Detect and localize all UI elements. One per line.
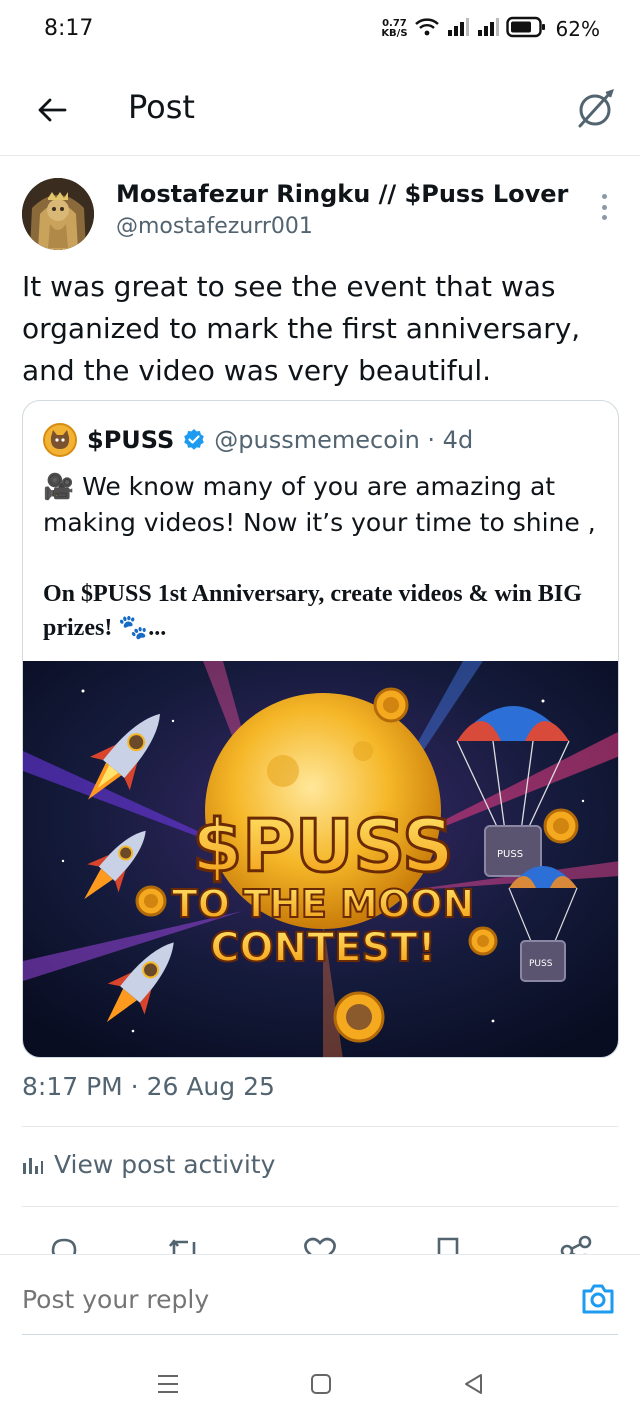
status-indicators: 0.77 KB/S 62% (381, 14, 600, 44)
arrow-left-icon (38, 98, 67, 122)
share-icon (560, 1235, 592, 1254)
back-button[interactable] (30, 88, 74, 132)
quoted-post-header: $PUSS @pussmemecoin · 4d (43, 423, 473, 457)
battery-icon (505, 16, 546, 42)
signal-icon (446, 17, 470, 41)
share-button[interactable] (556, 1234, 596, 1254)
grok-icon (578, 89, 614, 128)
top-bar: Post (0, 70, 640, 156)
system-nav-bar (0, 1344, 640, 1422)
quoted-text-bold: On $PUSS 1st Anniversary, create videos … (43, 581, 582, 641)
quoted-name: $PUSS (87, 426, 175, 454)
status-time: 8:17 (44, 16, 94, 41)
banner-title: $PUSS (192, 804, 454, 888)
reply-bar (0, 1254, 640, 1344)
more-dot-icon (601, 194, 607, 199)
wifi-icon (414, 17, 440, 41)
page-title: Post (128, 88, 195, 126)
cat-face-icon (50, 430, 70, 449)
camera-icon (582, 1284, 614, 1314)
banner-subtitle: TO THE MOON (172, 882, 475, 926)
more-dot-icon (601, 204, 607, 210)
grok-button[interactable] (572, 86, 618, 132)
view-post-activity-link[interactable]: View post activity (22, 1150, 275, 1179)
bookmark-icon (437, 1237, 459, 1254)
quoted-handle-time: @pussmemecoin · 4d (214, 426, 474, 454)
back-triangle-icon (465, 1374, 482, 1394)
battery-percent: 62% (555, 17, 600, 41)
camera-button[interactable] (580, 1281, 616, 1317)
quoted-avatar[interactable] (43, 423, 77, 457)
banner-contest: CONTEST! (210, 925, 436, 971)
signal-icon-2 (476, 17, 500, 41)
heart-icon (304, 1237, 336, 1254)
comment-icon (51, 1238, 77, 1254)
divider (22, 1206, 618, 1207)
contest-banner-art: PUSS PUSS $PUSS TO THE MOON CONTEST! (23, 661, 618, 1057)
reply-button[interactable] (44, 1234, 84, 1254)
repost-button[interactable] (164, 1234, 204, 1254)
quoted-text: 🎥 We know many of you are amazing at mak… (43, 472, 596, 537)
recent-apps-button[interactable] (152, 1368, 184, 1400)
repost-icon (168, 1239, 196, 1254)
author-name[interactable]: Mostafezur Ringku // $Puss Lover (116, 180, 568, 208)
menu-lines-icon (158, 1375, 178, 1393)
more-dot-icon (601, 215, 607, 220)
like-button[interactable] (300, 1234, 340, 1254)
network-speed: 0.77 KB/S (381, 19, 407, 39)
author-avatar[interactable] (22, 178, 94, 250)
home-square-icon (311, 1374, 331, 1394)
home-button[interactable] (305, 1368, 337, 1400)
divider (22, 1126, 618, 1127)
quoted-post[interactable]: $PUSS @pussmemecoin · 4d 🎥 We know many … (22, 400, 619, 1058)
crate-label-2: PUSS (529, 959, 553, 969)
system-back-button[interactable] (458, 1368, 490, 1400)
post-timestamp: 8:17 PM · 26 Aug 25 (22, 1072, 275, 1101)
crate-label: PUSS (497, 849, 523, 860)
contest-banner-image[interactable]: PUSS PUSS $PUSS TO THE MOON CONTEST! (23, 661, 618, 1057)
post-text: It was great to see the event that was o… (22, 270, 581, 387)
view-post-activity-label: View post activity (54, 1150, 276, 1179)
status-bar: 8:17 0.77 KB/S 62% (0, 0, 640, 60)
verified-badge-icon (182, 428, 206, 452)
reply-input[interactable] (22, 1285, 542, 1314)
action-bar (0, 1228, 640, 1254)
network-speed-unit: KB/S (381, 28, 408, 39)
more-options-button[interactable] (592, 190, 616, 224)
bookmark-button[interactable] (428, 1234, 468, 1254)
author-avatar-image (22, 178, 94, 250)
reply-underline (22, 1334, 618, 1335)
analytics-icon (23, 1157, 43, 1174)
author-handle[interactable]: @mostafezurr001 (116, 214, 313, 239)
